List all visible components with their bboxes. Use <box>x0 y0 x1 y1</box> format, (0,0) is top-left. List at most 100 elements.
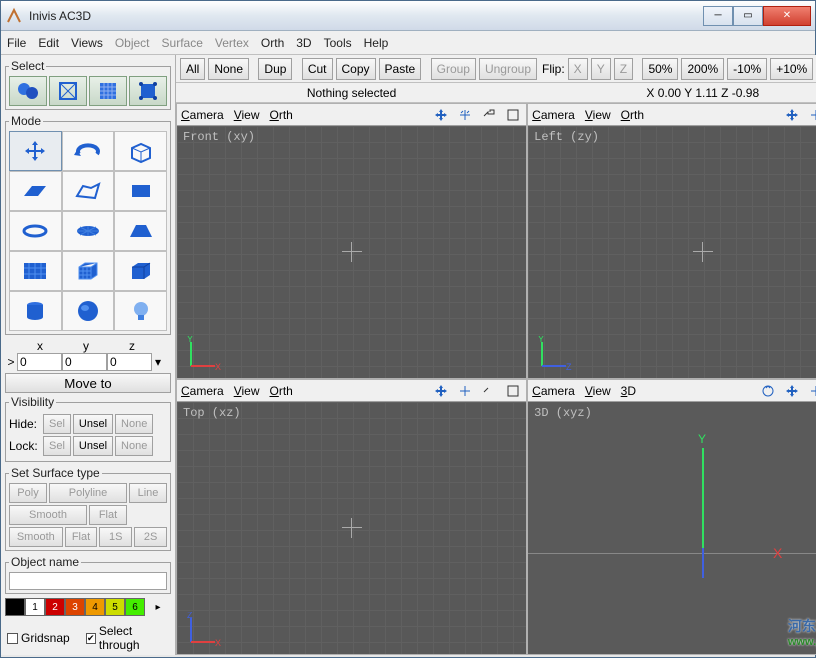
menu-object[interactable]: Object <box>115 36 150 50</box>
menu-file[interactable]: File <box>7 36 26 50</box>
coord-stepper[interactable]: ▾ <box>152 355 164 369</box>
minimize-button[interactable]: ─ <box>703 6 733 26</box>
vp-menu-orth[interactable]: Orth <box>270 108 293 122</box>
tb-dup[interactable]: Dup <box>258 58 292 80</box>
tb-p10[interactable]: +10% <box>770 58 813 80</box>
coord-z-input[interactable] <box>107 353 152 371</box>
lock-sel-button[interactable]: Sel <box>43 436 71 456</box>
select-mode-4[interactable] <box>129 76 167 106</box>
menu-surface[interactable]: Surface <box>162 36 203 50</box>
menu-help[interactable]: Help <box>364 36 389 50</box>
viewport-canvas[interactable]: Front (xy) YX <box>177 126 526 378</box>
coord-x-input[interactable] <box>17 353 62 371</box>
palette-6[interactable]: 6 <box>125 598 145 616</box>
surf-smooth2[interactable]: Smooth <box>9 527 63 547</box>
tb-50[interactable]: 50% <box>642 58 678 80</box>
hide-sel-button[interactable]: Sel <box>43 414 71 434</box>
select-mode-2[interactable] <box>49 76 87 106</box>
mode-extrude[interactable] <box>114 131 167 171</box>
zoom-icon[interactable] <box>807 382 816 400</box>
surf-line[interactable]: Line <box>129 483 167 503</box>
palette-5[interactable]: 5 <box>105 598 125 616</box>
palette-3[interactable]: 3 <box>65 598 85 616</box>
surf-flat2[interactable]: Flat <box>65 527 98 547</box>
surf-smooth[interactable]: Smooth <box>9 505 87 525</box>
viewport-canvas[interactable]: 3D (xyz) Y X 河东软件园 www.pc0359.cn <box>528 402 816 654</box>
vp-menu-view[interactable]: View <box>234 108 260 122</box>
menu-orth[interactable]: Orth <box>261 36 284 50</box>
vp-menu-camera[interactable]: Camera <box>181 384 224 398</box>
palette-scroll[interactable]: ▸ <box>145 598 171 616</box>
tb-group[interactable]: Group <box>431 58 476 80</box>
mode-rotate[interactable] <box>62 131 115 171</box>
vp-menu-camera[interactable]: Camera <box>532 384 575 398</box>
select-through-checkbox[interactable]: ✔Select through <box>86 624 169 652</box>
palette-0[interactable] <box>5 598 25 616</box>
vp-menu-camera[interactable]: Camera <box>181 108 224 122</box>
expand-icon[interactable] <box>504 106 522 124</box>
mode-cube-wire[interactable] <box>62 251 115 291</box>
move-to-button[interactable]: Move to <box>5 373 171 393</box>
viewport-canvas[interactable]: Left (zy) YZ <box>528 126 816 378</box>
mode-grid[interactable] <box>9 251 62 291</box>
mode-move[interactable] <box>9 131 62 171</box>
menu-views[interactable]: Views <box>71 36 103 50</box>
vp-menu-view[interactable]: View <box>585 108 611 122</box>
mode-trapezoid[interactable] <box>114 211 167 251</box>
hide-none-button[interactable]: None <box>115 414 153 434</box>
pan-icon[interactable] <box>783 106 801 124</box>
surf-2s[interactable]: 2S <box>134 527 167 547</box>
vp-menu-view[interactable]: View <box>585 384 611 398</box>
tb-200[interactable]: 200% <box>681 58 724 80</box>
viewport-canvas[interactable]: Top (xz) ZX <box>177 402 526 654</box>
select-mode-3[interactable] <box>89 76 127 106</box>
tb-flip-x[interactable]: X <box>568 58 588 80</box>
zoom-icon[interactable] <box>807 106 816 124</box>
tb-paste[interactable]: Paste <box>379 58 422 80</box>
orbit-icon[interactable] <box>759 382 777 400</box>
vp-menu-3d[interactable]: 3D <box>621 384 636 398</box>
menu-edit[interactable]: Edit <box>38 36 59 50</box>
palette-1[interactable]: 1 <box>25 598 45 616</box>
surf-poly[interactable]: Poly <box>9 483 47 503</box>
mode-polyline[interactable] <box>62 171 115 211</box>
tb-flip-y[interactable]: Y <box>591 58 611 80</box>
palette-4[interactable]: 4 <box>85 598 105 616</box>
pan-icon[interactable] <box>783 382 801 400</box>
mode-sphere[interactable] <box>62 291 115 331</box>
mode-disc[interactable] <box>62 211 115 251</box>
lock-unsel-button[interactable]: Unsel <box>73 436 113 456</box>
vp-menu-orth[interactable]: Orth <box>270 384 293 398</box>
tb-m10[interactable]: -10% <box>727 58 767 80</box>
surf-polyline[interactable]: Polyline <box>49 483 127 503</box>
tb-cut[interactable]: Cut <box>302 58 333 80</box>
vp-menu-view[interactable]: View <box>234 384 260 398</box>
menu-tools[interactable]: Tools <box>324 36 352 50</box>
pan-icon[interactable] <box>432 106 450 124</box>
tb-flip-z[interactable]: Z <box>614 58 633 80</box>
lock-none-button[interactable]: None <box>115 436 153 456</box>
mode-cylinder[interactable] <box>9 291 62 331</box>
mode-light[interactable] <box>114 291 167 331</box>
gridsnap-checkbox[interactable]: Gridsnap <box>7 631 70 645</box>
expand-icon[interactable] <box>504 382 522 400</box>
palette-2[interactable]: 2 <box>45 598 65 616</box>
vp-menu-camera[interactable]: Camera <box>532 108 575 122</box>
menu-3d[interactable]: 3D <box>296 36 311 50</box>
mode-ellipse[interactable] <box>9 211 62 251</box>
zoom-icon[interactable] <box>456 382 474 400</box>
select-mode-1[interactable] <box>9 76 47 106</box>
hide-unsel-button[interactable]: Unsel <box>73 414 113 434</box>
pan-icon[interactable] <box>432 382 450 400</box>
maximize-icon[interactable] <box>480 106 498 124</box>
object-name-input[interactable] <box>9 572 167 590</box>
mode-cube[interactable] <box>114 251 167 291</box>
mode-plane[interactable] <box>9 171 62 211</box>
tb-copy[interactable]: Copy <box>336 58 376 80</box>
tb-ungroup[interactable]: Ungroup <box>479 58 537 80</box>
maximize-icon[interactable] <box>480 382 498 400</box>
maximize-button[interactable]: ▭ <box>733 6 763 26</box>
close-button[interactable]: ✕ <box>763 6 811 26</box>
zoom-icon[interactable] <box>456 106 474 124</box>
surf-flat[interactable]: Flat <box>89 505 127 525</box>
